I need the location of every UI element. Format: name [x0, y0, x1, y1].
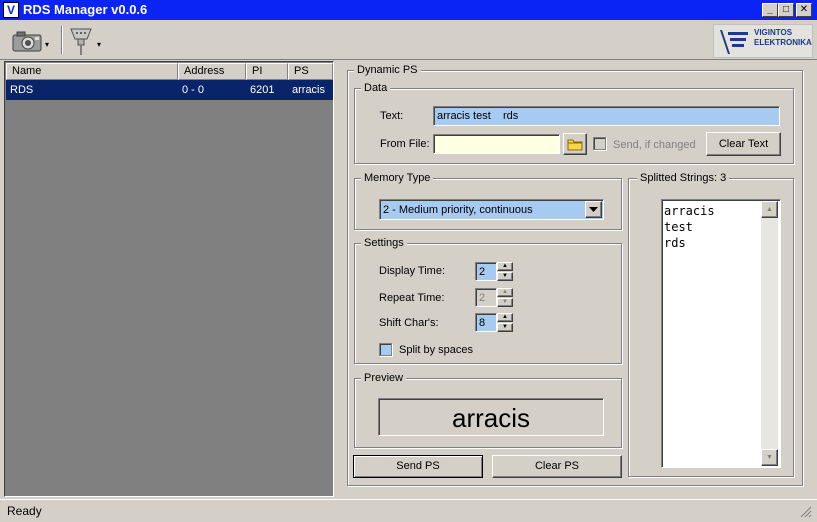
repeat-time-label: Repeat Time:	[379, 292, 445, 304]
clear-text-label: Clear Text	[718, 138, 769, 150]
status-text: Ready	[7, 504, 42, 518]
device-list[interactable]: Name Address PI PS RDS 0 - 0 6201 arraci…	[4, 61, 334, 497]
send-ps-button[interactable]: Send PS	[353, 455, 483, 478]
column-header-address[interactable]: Address	[178, 63, 246, 80]
text-label: Text:	[380, 110, 404, 122]
from-file-label: From File:	[380, 138, 430, 150]
splitted-strings-list[interactable]: arracis test rds ▲ ▼	[661, 199, 781, 468]
scroll-up-icon[interactable]: ▲	[761, 201, 778, 218]
data-group-title: Data	[361, 82, 391, 94]
text-input-value: arracis test rds	[437, 110, 519, 122]
split-by-spaces-label: Split by spaces	[399, 344, 473, 356]
logo-line-2: ELEKTRONIKA	[754, 38, 812, 47]
display-time-down-icon[interactable]: ▼	[497, 272, 513, 281]
display-time-spinner[interactable]: ▲ ▼	[497, 262, 513, 281]
send-ps-label: Send PS	[396, 460, 440, 472]
camera-button[interactable]: ▾	[10, 24, 56, 56]
settings-title: Settings	[361, 237, 407, 249]
splitted-strings-items: arracis test rds	[664, 203, 715, 251]
column-header-ps[interactable]: PS	[288, 63, 333, 80]
repeat-time-input[interactable]: 2	[475, 288, 497, 307]
row-name: RDS	[10, 84, 34, 96]
logo-line-1: VIGINTOS	[754, 28, 793, 37]
display-time-up-icon[interactable]: ▲	[497, 262, 513, 271]
chevron-down-icon	[589, 207, 598, 212]
logo-text: VIGINTOS ELEKTRONIKA	[754, 28, 812, 48]
preview-display: arracis	[378, 398, 604, 436]
folder-icon	[567, 139, 583, 151]
display-time-label: Display Time:	[379, 265, 446, 277]
shift-chars-spinner[interactable]: ▲ ▼	[497, 313, 513, 332]
resize-grip-icon[interactable]	[800, 506, 812, 518]
close-button[interactable]: ✕	[796, 3, 812, 17]
shift-chars-value: 8	[479, 317, 486, 329]
text-input[interactable]: arracis test rds	[433, 106, 780, 126]
camera-icon	[12, 31, 42, 52]
list-item[interactable]: test	[664, 219, 715, 235]
maximize-button[interactable]: □	[778, 3, 794, 17]
shift-chars-up-icon[interactable]: ▲	[497, 313, 513, 322]
window-title: RDS Manager v0.0.6	[23, 2, 148, 17]
minimize-button[interactable]: _	[762, 3, 778, 17]
toolbar-separator	[61, 26, 63, 54]
dynamic-ps-title: Dynamic PS	[354, 64, 421, 76]
title-bar: V RDS Manager v0.0.6 _ □ ✕	[0, 0, 817, 20]
send-if-changed-label: Send, if changed	[613, 139, 696, 151]
splitted-strings-title: Splitted Strings: 3	[637, 172, 730, 184]
row-ps: arracis	[292, 84, 326, 96]
repeat-time-down-icon[interactable]: ▼	[497, 298, 513, 307]
split-by-spaces-checkbox[interactable]	[379, 343, 392, 356]
memory-type-value: 2 - Medium priority, continuous	[383, 204, 533, 216]
toolbar: ▾ ▾	[0, 20, 817, 60]
row-address: 0 - 0	[182, 84, 205, 96]
status-bar: Ready	[0, 499, 817, 522]
table-row[interactable]: RDS 0 - 0 6201 arracis	[6, 80, 333, 100]
repeat-time-value: 2	[479, 292, 486, 304]
repeat-time-up-icon[interactable]: ▲	[497, 288, 513, 297]
clear-ps-label: Clear PS	[534, 460, 580, 472]
repeat-time-spinner[interactable]: ▲ ▼	[497, 288, 513, 307]
memory-type-select[interactable]: 2 - Medium priority, continuous	[379, 199, 604, 220]
display-time-input[interactable]: 2	[475, 262, 497, 281]
preview-text: arracis	[451, 403, 530, 433]
company-logo: VIGINTOS ELEKTRONIKA	[713, 24, 813, 58]
column-header-name[interactable]: Name	[6, 63, 178, 80]
column-header-pi[interactable]: PI	[246, 63, 288, 80]
shift-chars-down-icon[interactable]: ▼	[497, 323, 513, 332]
display-time-value: 2	[479, 266, 486, 278]
serial-connector-icon	[70, 28, 92, 55]
camera-dropdown-icon[interactable]: ▾	[45, 40, 49, 49]
connector-dropdown-icon[interactable]: ▾	[97, 40, 101, 49]
row-pi: 6201	[250, 84, 275, 96]
memory-type-dropdown-button[interactable]	[585, 201, 602, 218]
browse-file-button[interactable]	[563, 133, 587, 155]
app-icon: V	[3, 2, 19, 18]
scroll-down-icon[interactable]: ▼	[761, 449, 778, 466]
clear-ps-button[interactable]: Clear PS	[492, 455, 622, 478]
list-item[interactable]: rds	[664, 235, 715, 251]
connector-button[interactable]: ▾	[66, 24, 106, 56]
send-if-changed-checkbox[interactable]	[593, 137, 606, 150]
clear-text-button[interactable]: Clear Text	[706, 132, 781, 156]
preview-title: Preview	[361, 372, 407, 384]
list-item[interactable]: arracis	[664, 203, 715, 219]
from-file-input[interactable]	[433, 134, 560, 154]
shift-chars-label: Shift Char's:	[379, 317, 439, 329]
memory-type-title: Memory Type	[361, 172, 434, 184]
logo-mark-icon	[720, 30, 748, 54]
shift-chars-input[interactable]: 8	[475, 313, 497, 332]
splitted-strings-scrollbar[interactable]: ▲ ▼	[761, 201, 778, 466]
